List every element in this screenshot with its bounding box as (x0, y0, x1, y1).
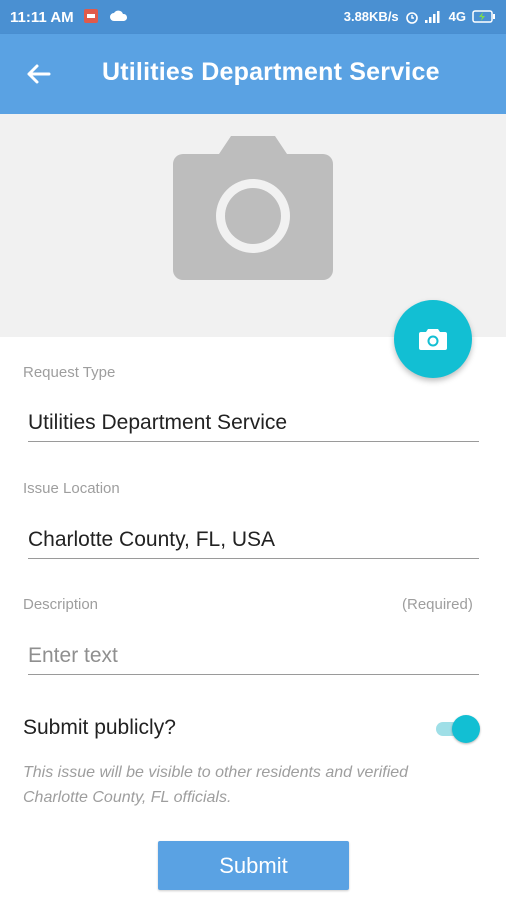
request-type-label: Request Type (23, 364, 116, 381)
status-right: 3.88KB/s 4G (344, 9, 496, 24)
status-time: 11:11 AM (10, 9, 74, 26)
description-label: Description (23, 596, 99, 613)
notification-app-icon (84, 9, 98, 23)
arrow-left-icon[interactable] (22, 58, 54, 90)
page-title: Utilities Department Service (102, 58, 440, 86)
network-speed: 3.88KB/s (343, 9, 399, 24)
submit-button[interactable]: Submit (158, 841, 349, 890)
description-underline (28, 674, 479, 675)
request-type-underline (28, 441, 479, 442)
submit-publicly-toggle[interactable] (434, 714, 482, 744)
required-indicator: (Required) (402, 596, 473, 613)
alarm-icon (405, 11, 418, 24)
issue-location-label: Issue Location (23, 480, 120, 497)
request-type-field[interactable]: Utilities Department Service (28, 411, 478, 435)
description-input[interactable]: Enter text (28, 644, 478, 668)
issue-location-field[interactable]: Charlotte County, FL, USA (28, 528, 478, 552)
network-type: 4G (448, 9, 466, 24)
submit-publicly-label: Submit publicly? (23, 716, 176, 739)
cloud-icon (110, 10, 128, 21)
add-photo-button[interactable] (394, 300, 472, 378)
camera-icon (419, 329, 447, 350)
issue-location-underline (28, 558, 479, 559)
toggle-thumb (452, 715, 480, 743)
app-bar: Utilities Department Service (0, 34, 506, 114)
battery-charging-icon (472, 10, 495, 23)
signal-icon (424, 11, 440, 23)
public-visibility-note: This issue will be visible to other resi… (23, 764, 409, 806)
status-bar: 11:11 AM 3.88KB/s 4G (0, 0, 506, 34)
camera-icon (173, 136, 333, 280)
